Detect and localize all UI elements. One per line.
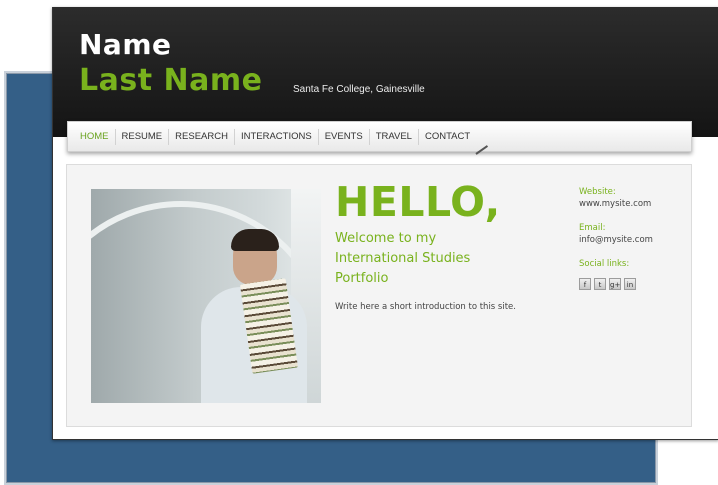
google-plus-icon[interactable]: g+ (609, 278, 621, 290)
email-label: Email: (579, 223, 606, 233)
site-header: Name Last Name Santa Fe College, Gainesv… (53, 7, 718, 137)
social-links: f t g+ in (579, 278, 684, 290)
contact-sidebar: Website: www.mysite.com Email: info@mysi… (579, 186, 684, 290)
first-name-heading: Name (79, 28, 172, 61)
website-frame: Name Last Name Santa Fe College, Gainesv… (52, 7, 718, 440)
content-panel: HELLO, Welcome to my International Studi… (66, 164, 692, 427)
website-label: Website: (579, 187, 616, 197)
email-link[interactable]: info@mysite.com (579, 234, 684, 246)
nav-item-travel[interactable]: TRAVEL (370, 121, 418, 152)
nav-item-contact[interactable]: CONTACT (419, 121, 476, 152)
hello-heading: HELLO, (335, 178, 501, 226)
twitter-icon[interactable]: t (594, 278, 606, 290)
linkedin-icon[interactable]: in (624, 278, 636, 290)
photo-person-hair (231, 229, 279, 251)
facebook-icon[interactable]: f (579, 278, 591, 290)
nav-item-resume[interactable]: RESUME (116, 121, 169, 152)
social-links-label: Social links: (579, 259, 630, 269)
nav-item-home[interactable]: HOME (74, 121, 115, 152)
college-subtitle: Santa Fe College, Gainesville (293, 84, 425, 95)
website-link[interactable]: www.mysite.com (579, 198, 684, 210)
profile-photo (91, 189, 321, 403)
nav-item-interactions[interactable]: INTERACTIONS (235, 121, 318, 152)
last-name-heading: Last Name (79, 63, 263, 98)
welcome-text: Welcome to my International Studies Port… (335, 231, 471, 286)
main-nav: HOME RESUME RESEARCH INTERACTIONS EVENTS… (67, 121, 692, 152)
intro-text: Write here a short introduction to this … (335, 302, 516, 312)
nav-item-research[interactable]: RESEARCH (169, 121, 234, 152)
nav-item-events[interactable]: EVENTS (319, 121, 369, 152)
